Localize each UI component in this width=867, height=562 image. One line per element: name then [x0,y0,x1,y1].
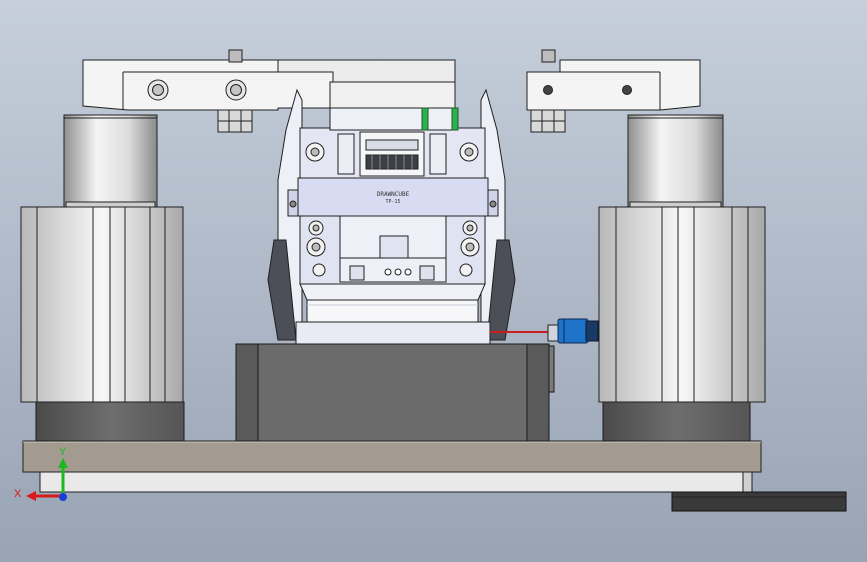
base-plate-lower[interactable] [39,471,753,493]
dark-foot-bar[interactable] [671,491,847,512]
center-base-block[interactable] [235,343,555,442]
cad-viewport[interactable]: DRAWNCUBE TP-15 X Y [0,0,867,562]
z-axis-icon [59,493,67,501]
screw-icon [312,263,326,277]
base-plate-main[interactable] [22,440,762,473]
part-label-line1: DRAWNCUBE [377,191,410,198]
assembly-drawing[interactable]: DRAWNCUBE TP-15 X Y [0,0,867,562]
bolt-icon [543,85,553,95]
screw-icon [459,263,473,277]
bolt-icon [622,85,632,95]
part-label-line2: TP-15 [385,199,400,205]
triad-y-label: Y [59,446,67,458]
triad-x-label: X [14,488,22,500]
